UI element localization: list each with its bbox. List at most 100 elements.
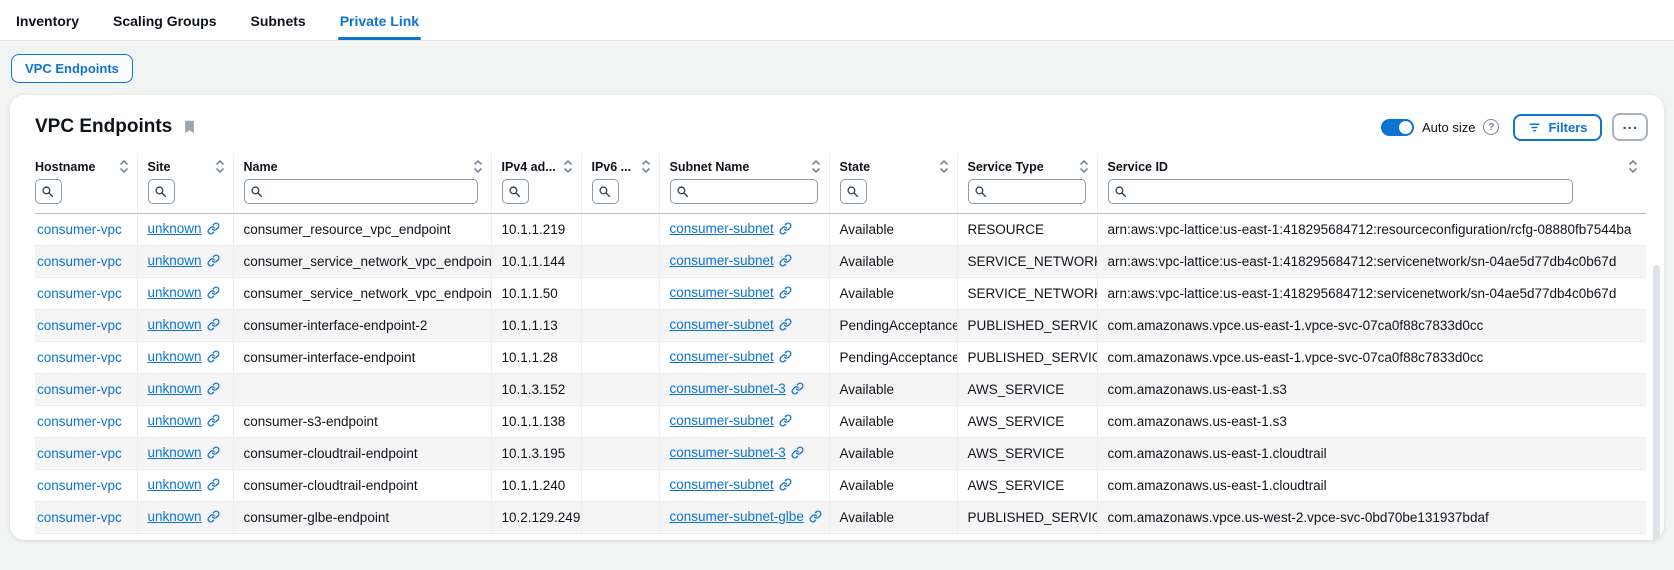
search-input-state[interactable] [840, 179, 867, 204]
ipv4-address: 10.1.1.13 [502, 318, 558, 333]
search-input-site[interactable] [148, 179, 175, 204]
tab-inventory[interactable]: Inventory [14, 3, 81, 40]
column-header-state[interactable]: State [829, 153, 957, 176]
hostname-link[interactable]: consumer-vpc [37, 414, 122, 429]
site-link[interactable]: unknown [148, 317, 202, 332]
search-input-name[interactable] [244, 179, 478, 204]
search-input-service_type[interactable] [968, 179, 1086, 204]
cell-service-id: arn:aws:vpc-lattice:us-east-1:4182956847… [1097, 278, 1646, 310]
sort-icon[interactable] [563, 159, 573, 174]
cell-subnet-name: consumer-subnet-3 [659, 374, 829, 406]
cell-state: Available [829, 374, 957, 406]
cell-service-id: com.amazonaws.us-east-1.s3 [1097, 406, 1646, 438]
site-link[interactable]: unknown [148, 253, 202, 268]
tab-subnets[interactable]: Subnets [248, 3, 307, 40]
vpc-endpoints-chip[interactable]: VPC Endpoints [11, 54, 133, 83]
sort-icon[interactable] [939, 159, 949, 174]
cell-hostname: consumer-vpc [35, 214, 137, 246]
tab-private-link[interactable]: Private Link [338, 3, 421, 40]
hostname-link[interactable]: consumer-vpc [37, 446, 122, 461]
site-link[interactable]: unknown [148, 285, 202, 300]
bookmark-icon[interactable] [182, 119, 197, 135]
search-input-subnet_name[interactable] [670, 179, 818, 204]
cell-hostname: consumer-vpc [35, 342, 137, 374]
site-link[interactable]: unknown [148, 445, 202, 460]
hostname-link[interactable]: consumer-vpc [37, 382, 122, 397]
filters-button[interactable]: Filters [1513, 114, 1602, 141]
column-header-name[interactable]: Name [233, 153, 491, 176]
subnet-link[interactable]: consumer-subnet [670, 285, 774, 300]
info-icon[interactable]: ? [1483, 119, 1499, 135]
search-field-service_id[interactable] [1131, 183, 1567, 200]
cell-state: PendingAcceptance [829, 342, 957, 374]
cell-ipv6 [581, 278, 659, 310]
subnet-link[interactable]: consumer-subnet-3 [670, 381, 786, 396]
search-input-service_id[interactable] [1108, 179, 1573, 204]
site-link[interactable]: unknown [148, 221, 202, 236]
search-icon [154, 185, 167, 198]
sort-icon[interactable] [215, 159, 225, 174]
search-field-service_type[interactable] [991, 183, 1080, 200]
cell-name: consumer_service_network_vpc_endpoint [233, 246, 491, 278]
cell-site: unknown [137, 278, 233, 310]
cell-state: Available [829, 406, 957, 438]
sort-icon[interactable] [641, 159, 651, 174]
column-header-service_type[interactable]: Service Type [957, 153, 1097, 176]
service-type-value: AWS_SERVICE [968, 446, 1065, 461]
column-header-ipv6[interactable]: IPv6 ... [581, 153, 659, 176]
column-header-ipv4[interactable]: IPv4 ad... [491, 153, 581, 176]
endpoints-table: Hostname Site NameIPv4 ad...IPv6 ...Subnet… [35, 153, 1646, 534]
hostname-link[interactable]: consumer-vpc [37, 510, 122, 525]
sort-icon[interactable] [1628, 159, 1638, 174]
subnet-link[interactable]: consumer-subnet [670, 349, 774, 364]
subnet-link[interactable]: consumer-subnet [670, 221, 774, 236]
sort-icon[interactable] [1079, 159, 1089, 174]
vertical-scrollbar[interactable] [1653, 265, 1660, 540]
search-input-ipv6[interactable] [592, 179, 619, 204]
search-field-subnet_name[interactable] [693, 183, 812, 200]
site-link[interactable]: unknown [148, 349, 202, 364]
subnet-link[interactable]: consumer-subnet [670, 477, 774, 492]
link-icon [779, 222, 792, 238]
endpoint-name: consumer_service_network_vpc_endpoint [244, 254, 492, 269]
search-icon [846, 185, 859, 198]
search-input-ipv4[interactable] [502, 179, 529, 204]
ipv4-address: 10.1.1.50 [502, 286, 558, 301]
subnet-link[interactable]: consumer-subnet [670, 253, 774, 268]
hostname-link[interactable]: consumer-vpc [37, 286, 122, 301]
column-filter-site [137, 176, 233, 214]
sort-icon[interactable] [473, 159, 483, 174]
cell-hostname: consumer-vpc [35, 374, 137, 406]
table-row: consumer-vpcunknownconsumer-interface-en… [35, 342, 1646, 374]
hostname-link[interactable]: consumer-vpc [37, 318, 122, 333]
sort-icon[interactable] [119, 159, 129, 174]
subnet-link[interactable]: consumer-subnet [670, 413, 774, 428]
column-header-subnet_name[interactable]: Subnet Name [659, 153, 829, 176]
cell-service-type: PUBLISHED_SERVICE [957, 342, 1097, 374]
column-label: Site [148, 160, 171, 174]
site-link[interactable]: unknown [148, 477, 202, 492]
sort-icon[interactable] [811, 159, 821, 174]
subnet-link[interactable]: consumer-subnet-3 [670, 445, 786, 460]
subnet-link[interactable]: consumer-subnet-glbe [670, 509, 804, 524]
auto-size-toggle[interactable] [1381, 119, 1414, 136]
hostname-link[interactable]: consumer-vpc [37, 222, 122, 237]
column-header-site[interactable]: Site [137, 153, 233, 176]
column-header-service_id[interactable]: Service ID [1097, 153, 1646, 176]
search-field-name[interactable] [267, 183, 472, 200]
site-link[interactable]: unknown [148, 413, 202, 428]
tab-scaling-groups[interactable]: Scaling Groups [111, 3, 218, 40]
site-link[interactable]: unknown [148, 509, 202, 524]
cell-service-type: AWS_SERVICE [957, 470, 1097, 502]
cell-state: Available [829, 214, 957, 246]
table-row: consumer-vpc unknown consumer-interface-en… [35, 310, 1646, 342]
more-actions-button[interactable]: ... [1612, 113, 1648, 141]
hostname-link[interactable]: consumer-vpc [37, 350, 122, 365]
search-input-hostname[interactable] [35, 179, 62, 204]
subnet-link[interactable]: consumer-subnet [670, 317, 774, 332]
endpoint-name: consumer-interface-endpoint-2 [244, 318, 428, 333]
hostname-link[interactable]: consumer-vpc [37, 254, 122, 269]
column-header-hostname[interactable]: Hostname [35, 153, 137, 176]
site-link[interactable]: unknown [148, 381, 202, 396]
hostname-link[interactable]: consumer-vpc [37, 478, 122, 493]
